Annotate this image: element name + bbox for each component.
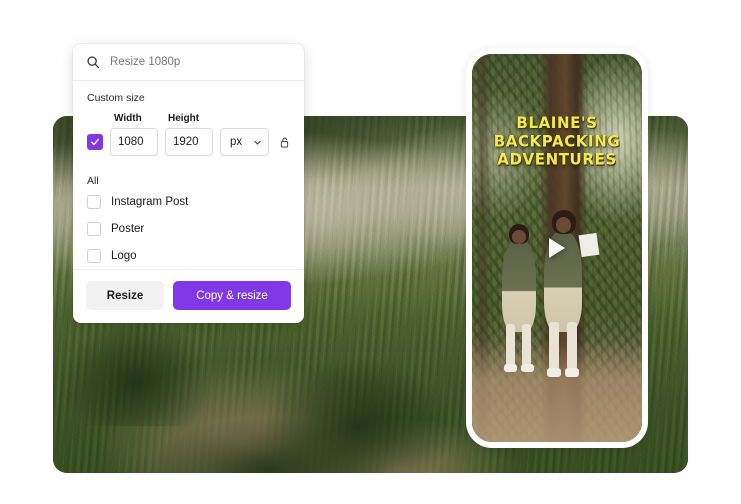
option-logo[interactable]: Logo	[87, 249, 290, 263]
hiker-left-shoe	[521, 364, 534, 372]
unit-select[interactable]: px	[220, 128, 270, 156]
hiker-right-shoe	[565, 368, 579, 377]
checkbox-poster[interactable]	[87, 222, 101, 236]
play-icon[interactable]	[549, 238, 565, 258]
resize-button[interactable]: Resize	[86, 281, 164, 310]
link-dimensions-checkbox[interactable]	[87, 134, 103, 150]
unit-value: px	[230, 136, 243, 148]
custom-size-label: Custom size	[87, 92, 145, 104]
custom-size-section: Custom size Width Height px	[73, 81, 304, 263]
hiker-left	[502, 240, 536, 332]
hiker-right-shoe	[547, 368, 561, 377]
hiker-right-leg	[567, 322, 577, 370]
check-icon	[91, 138, 99, 146]
phone-preview-frame[interactable]: BLAINE'S BACKPACKING ADVENTURES	[466, 48, 648, 448]
width-label: Width	[114, 113, 142, 124]
copy-and-resize-button[interactable]: Copy & resize	[173, 281, 291, 310]
hiker-map	[578, 232, 600, 258]
option-poster[interactable]: Poster	[87, 222, 290, 236]
height-input[interactable]	[165, 128, 213, 156]
height-label: Height	[168, 113, 200, 124]
hiker-left-leg	[522, 324, 531, 366]
option-label: Poster	[111, 223, 145, 235]
hiker-right-face	[556, 217, 571, 233]
hiker-right-leg	[549, 322, 559, 370]
hiker-left-leg	[506, 324, 515, 366]
screenshot-canvas: BLAINE'S BACKPACKING ADVENTURES Custom s…	[0, 0, 741, 504]
video-title-line-3: ADVENTURES	[497, 149, 617, 170]
chevron-down-icon	[254, 140, 261, 144]
hiker-left-face	[512, 230, 526, 244]
hiker-left-shoe	[504, 364, 517, 372]
dimension-headers: Width Height	[87, 113, 290, 124]
video-title-overlay: BLAINE'S BACKPACKING ADVENTURES	[472, 112, 642, 170]
resize-panel: Custom size Width Height px	[73, 44, 304, 323]
option-instagram-post[interactable]: Instagram Post	[87, 195, 290, 209]
video-title-line-2: BACKPACKING	[493, 131, 621, 151]
video-title-line-1: BLAINE'S	[516, 112, 598, 133]
option-label: Logo	[111, 250, 137, 262]
panel-footer: Resize Copy & resize	[73, 269, 304, 323]
width-input[interactable]	[110, 128, 158, 156]
dimension-row: px	[87, 128, 290, 158]
checkbox-logo[interactable]	[87, 249, 101, 263]
checkbox-instagram-post[interactable]	[87, 195, 101, 209]
all-section-label: All	[87, 175, 99, 187]
search-bar[interactable]	[73, 44, 304, 81]
search-icon	[87, 56, 100, 69]
option-label: Instagram Post	[111, 196, 189, 208]
unlock-icon[interactable]	[279, 135, 290, 150]
search-input[interactable]	[110, 56, 291, 68]
